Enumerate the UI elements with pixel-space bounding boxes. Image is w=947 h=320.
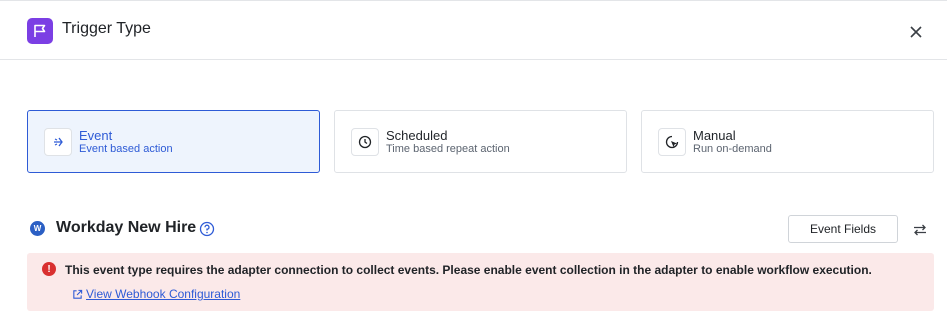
view-webhook-configuration-link[interactable]: View Webhook Configuration [72,287,240,301]
trigger-card-title: Scheduled [386,128,448,143]
flag-icon [27,18,53,44]
pointer-icon [658,128,686,156]
dialog-title: Trigger Type [62,20,151,37]
error-alert: ! This event type requires the adapter c… [27,253,934,311]
error-icon: ! [42,262,56,276]
trigger-card-event[interactable]: Event Event based action [27,110,320,173]
dialog-header: Trigger Type [0,0,947,60]
event-icon [44,128,72,156]
trigger-card-title: Manual [693,128,736,143]
trigger-card-title: Event [79,128,113,143]
workday-logo-icon: W [30,221,45,236]
external-link-icon [73,289,83,299]
event-fields-button[interactable]: Event Fields [788,215,898,243]
trigger-card-scheduled[interactable]: Scheduled Time based repeat action [334,110,627,173]
help-icon[interactable] [199,221,215,237]
swap-icon[interactable] [912,222,928,238]
alert-message: This event type requires the adapter con… [65,263,872,277]
link-label: View Webhook Configuration [86,287,241,301]
trigger-card-subtitle: Event based action [79,143,173,155]
close-button[interactable] [905,21,927,43]
close-icon [910,26,922,38]
trigger-card-manual[interactable]: Manual Run on-demand [641,110,934,173]
trigger-card-subtitle: Run on-demand [693,143,772,155]
section-title: Workday New Hire [56,219,197,236]
clock-icon [351,128,379,156]
trigger-card-subtitle: Time based repeat action [386,143,510,155]
